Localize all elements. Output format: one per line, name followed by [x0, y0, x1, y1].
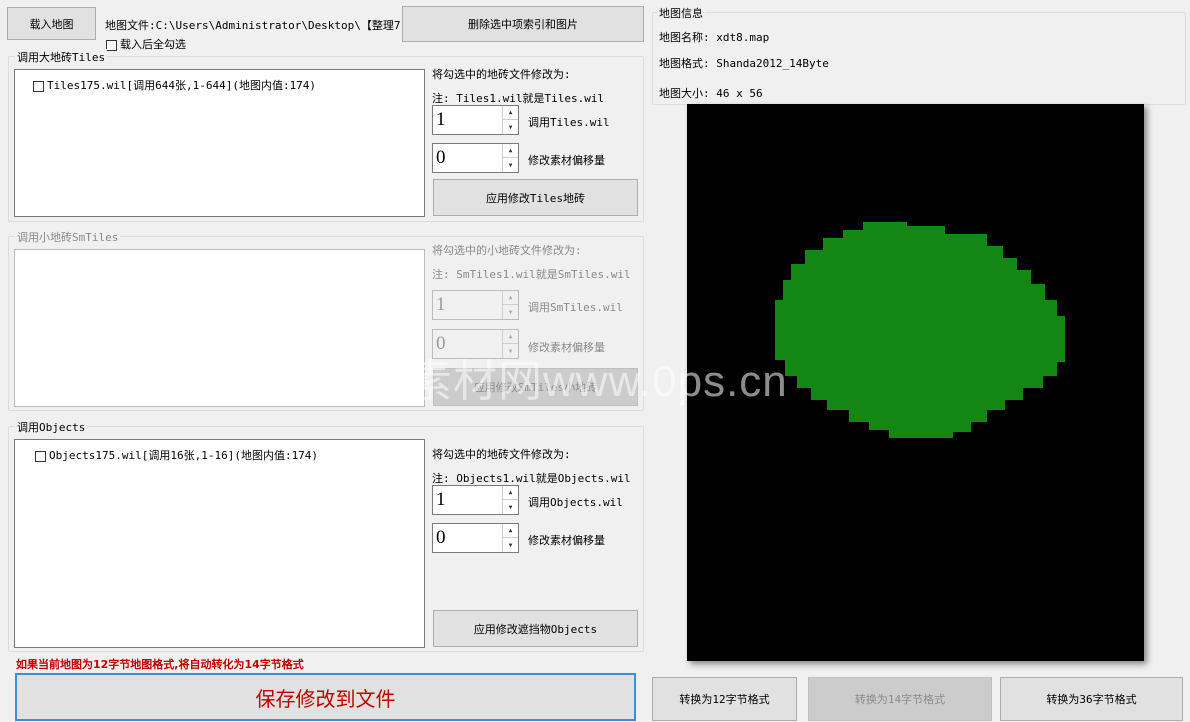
- smtiles-change-to-label: 将勾选中的小地砖文件修改为:: [432, 244, 582, 257]
- map-file-path: 地图文件:C:\Users\Administrator\Desktop\【整理7…: [105, 19, 401, 32]
- convert-36-byte-button[interactable]: 转换为36字节格式: [1000, 677, 1183, 721]
- stepper-up-icon[interactable]: ▲: [503, 524, 518, 538]
- objects-group-title: 调用Objects: [15, 419, 88, 435]
- map-preview-canvas: [775, 222, 1065, 438]
- map-preview[interactable]: [687, 104, 1144, 661]
- list-item-label: Objects175.wil[调用16张,1-16](地图内值:174): [49, 449, 319, 462]
- list-item-checkbox[interactable]: [35, 450, 46, 462]
- tiles-change-to-label: 将勾选中的地砖文件修改为:: [432, 68, 571, 81]
- stepper-up-icon[interactable]: ▲: [503, 486, 518, 500]
- tiles-offset-label: 修改素材偏移量: [528, 154, 605, 167]
- stepper-up-icon: ▲: [503, 330, 518, 344]
- delete-selected-button[interactable]: 删除选中项索引和图片: [402, 6, 644, 42]
- tiles-offset-value: 0: [436, 147, 446, 168]
- objects-index-label: 调用Objects.wil: [528, 496, 623, 509]
- objects-note: 注: Objects1.wil就是Objects.wil: [432, 472, 631, 485]
- stepper-down-icon: ▼: [508, 347, 513, 355]
- check-all-after-load-label: 载入后全勾选: [120, 38, 186, 51]
- stepper-down-icon[interactable]: ▼: [503, 538, 518, 552]
- objects-list[interactable]: Objects175.wil[调用16张,1-16](地图内值:174): [14, 439, 425, 648]
- objects-offset-stepper[interactable]: 0 ▲ ▼: [432, 523, 519, 553]
- check-all-after-load-checkbox[interactable]: 载入后全勾选: [106, 36, 186, 52]
- map-blob: [775, 222, 1065, 438]
- save-to-file-button[interactable]: 保存修改到文件: [15, 673, 636, 721]
- smtiles-list: [14, 249, 425, 407]
- tiles-offset-stepper[interactable]: 0 ▲ ▼: [432, 143, 519, 173]
- stepper-up-icon: ▲: [503, 291, 518, 305]
- tiles-index-stepper[interactable]: 1 ▲ ▼: [432, 105, 519, 135]
- stepper-up-icon[interactable]: ▲: [503, 144, 518, 158]
- list-item-label: Tiles175.wil[调用644张,1-644](地图内值:174): [47, 79, 317, 92]
- list-item-checkbox[interactable]: [33, 80, 44, 92]
- map-size: 地图大小: 46 x 56: [659, 87, 763, 100]
- smtiles-offset-label: 修改素材偏移量: [528, 341, 605, 354]
- objects-index-stepper[interactable]: 1 ▲ ▼: [432, 485, 519, 515]
- tiles-index-label: 调用Tiles.wil: [528, 116, 610, 129]
- smtiles-offset-value: 0: [436, 333, 446, 354]
- tiles-list[interactable]: Tiles175.wil[调用644张,1-644](地图内值:174): [14, 69, 425, 217]
- convert-14-byte-button: 转换为14字节格式: [808, 677, 992, 721]
- list-item[interactable]: Objects175.wil[调用16张,1-16](地图内值:174): [35, 447, 318, 463]
- objects-offset-label: 修改素材偏移量: [528, 534, 605, 547]
- smtiles-note: 注: SmTiles1.wil就是SmTiles.wil: [432, 268, 631, 281]
- objects-index-value: 1: [436, 489, 446, 510]
- convert-12-byte-button[interactable]: 转换为12字节格式: [652, 677, 797, 721]
- load-map-button[interactable]: 载入地图: [7, 7, 96, 40]
- smtiles-offset-stepper: 0 ▲ ▼: [432, 329, 519, 359]
- stepper-down-icon[interactable]: ▼: [503, 158, 518, 172]
- stepper-up-icon[interactable]: ▲: [503, 106, 518, 120]
- objects-change-to-label: 将勾选中的地砖文件修改为:: [432, 448, 571, 461]
- map-name: 地图名称: xdt8.map: [659, 31, 770, 44]
- map-format: 地图格式: Shanda2012_14Byte: [659, 57, 829, 70]
- smtiles-index-value: 1: [436, 294, 446, 315]
- smtiles-group-title: 调用小地砖SmTiles: [15, 229, 121, 245]
- apply-tiles-button[interactable]: 应用修改Tiles地砖: [433, 179, 638, 216]
- apply-smtiles-button: 应用修改SmTiles小地砖: [433, 368, 638, 406]
- stepper-down-icon[interactable]: ▼: [503, 500, 518, 514]
- tiles-note: 注: Tiles1.wil就是Tiles.wil: [432, 92, 605, 105]
- smtiles-index-stepper: 1 ▲ ▼: [432, 290, 519, 320]
- tiles-group-title: 调用大地砖Tiles: [15, 49, 108, 65]
- stepper-down-icon: ▼: [508, 308, 513, 316]
- stepper-down-icon[interactable]: ▼: [503, 120, 518, 134]
- map-info-title: 地图信息: [657, 5, 705, 21]
- apply-objects-button[interactable]: 应用修改遮挡物Objects: [433, 610, 638, 647]
- tiles-index-value: 1: [436, 109, 446, 130]
- format-notice: 如果当前地图为12字节地图格式,将自动转化为14字节格式: [16, 658, 304, 671]
- objects-offset-value: 0: [436, 527, 446, 548]
- list-item[interactable]: Tiles175.wil[调用644张,1-644](地图内值:174): [33, 77, 316, 93]
- checkbox-box[interactable]: [106, 39, 117, 51]
- smtiles-index-label: 调用SmTiles.wil: [528, 301, 623, 314]
